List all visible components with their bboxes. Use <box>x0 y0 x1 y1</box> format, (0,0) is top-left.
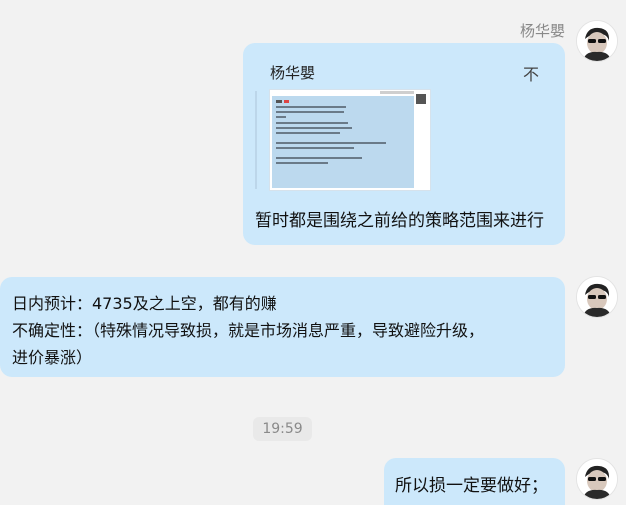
quote-divider <box>255 91 257 189</box>
timestamp-badge: 19:59 <box>253 417 312 441</box>
avatar[interactable] <box>576 458 618 500</box>
sender-name: 杨华嬰 <box>519 22 565 40</box>
chat-screenshot-icon <box>270 90 430 190</box>
message-text: 暂时都是围绕之前给的策略范围来进行 <box>255 211 544 231</box>
user-avatar-icon <box>577 459 617 499</box>
quoted-image-thumbnail[interactable] <box>269 89 431 191</box>
message-line: 不确定性：（特殊情况导致损，就是市场消息严重，导致避险升级， <box>12 321 485 340</box>
user-avatar-icon <box>577 277 617 317</box>
avatar[interactable] <box>576 276 618 318</box>
message-line: 进价暴涨） <box>12 348 93 367</box>
message-bubble[interactable]: 日内预计：4735及之上空，都有的赚 不确定性：（特殊情况导致损，就是市场消息严… <box>0 277 565 377</box>
quote-author: 杨华嬰 <box>270 64 316 82</box>
message-bubble[interactable]: 所以损一定要做好； <box>384 458 565 505</box>
message-bubble-quoted[interactable]: 杨华嬰 不 暂时都是围绕之前给的策略范围来进行 <box>243 43 565 245</box>
user-avatar-icon <box>577 21 617 61</box>
message-line: 日内预计：4735及之上空，都有的赚 <box>12 294 277 313</box>
message-text: 所以损一定要做好； <box>395 476 548 496</box>
quote-close-icon[interactable]: 不 <box>523 61 539 85</box>
avatar[interactable] <box>576 20 618 62</box>
